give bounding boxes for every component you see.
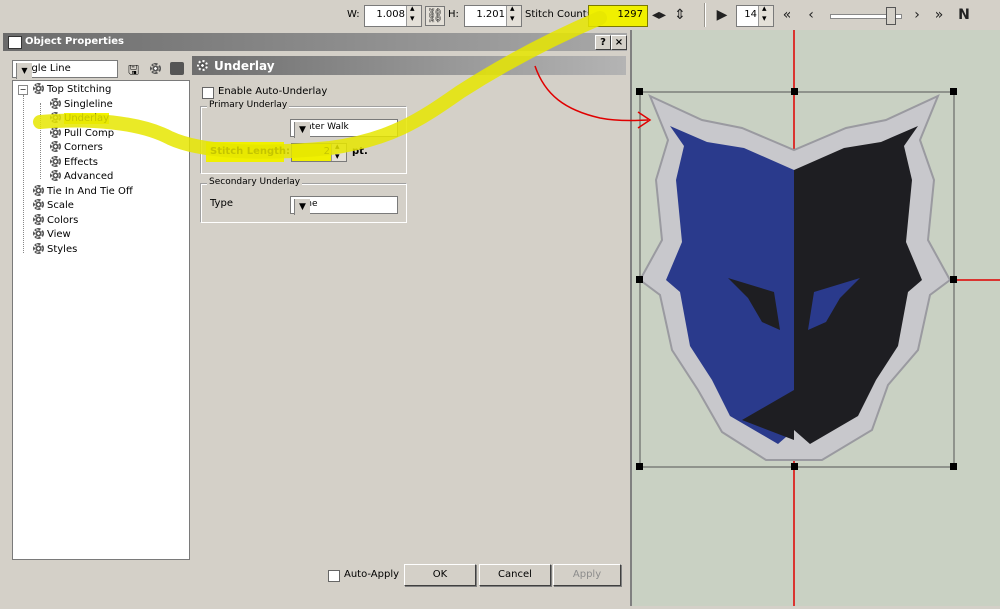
width-value: 1.008 [376, 9, 405, 20]
wolf-left-half [666, 126, 794, 444]
needle-points-icon[interactable]: N [955, 6, 973, 24]
resize-handle[interactable] [791, 463, 798, 470]
tree-item-corners[interactable]: Corners [50, 141, 103, 153]
gear-icon [33, 185, 44, 196]
chevron-down-icon[interactable]: ▼ [16, 63, 32, 79]
settings-icon[interactable] [150, 63, 161, 74]
stitch-count-label: Stitch Count: [525, 9, 591, 20]
tree-item-effects[interactable]: Effects [50, 156, 98, 168]
tree-item-tie-in-and-tie-off[interactable]: Tie In And Tie Off [33, 185, 133, 197]
tree-connector [23, 95, 25, 253]
gear-icon [33, 199, 44, 210]
auto-apply-label: Auto-Apply [344, 569, 400, 580]
tree-item-top-stitching[interactable]: Top Stitching [33, 83, 111, 95]
property-tree[interactable]: − Top Stitching Singleline Underlay Pull… [12, 80, 190, 560]
lock-aspect-icon[interactable]: ⛓ [425, 6, 445, 26]
gear-icon [33, 83, 44, 94]
chevron-down-icon[interactable]: ▼ [294, 122, 310, 138]
stitch-length-value: 2 [323, 146, 330, 157]
resize-handle[interactable] [636, 276, 643, 283]
frame-value: 14 [744, 9, 757, 20]
stitch-length-label: Stitch Length: [210, 146, 291, 157]
collapse-icon[interactable]: − [18, 85, 28, 95]
stitch-length-spin-arrows[interactable] [331, 142, 346, 162]
resize-handle[interactable] [950, 276, 957, 283]
resize-handle[interactable] [950, 88, 957, 95]
window-icon [8, 36, 22, 49]
tree-item-pull-comp[interactable]: Pull Comp [50, 127, 114, 139]
cancel-button[interactable]: Cancel [479, 564, 551, 586]
gear-icon [50, 156, 61, 167]
tree-item-underlay[interactable]: Underlay [50, 112, 110, 124]
object-type-select[interactable]: Single Line ▼ [12, 60, 118, 79]
top-toolbar: W: 1.008 ⛓ H: 1.201 Stitch Count: 1297 ◂… [0, 0, 1000, 31]
enable-auto-underlay-label: Enable Auto-Underlay [218, 86, 328, 97]
tree-item-styles[interactable]: Styles [33, 243, 77, 255]
secondary-underlay-title: Secondary Underlay [207, 177, 303, 187]
resize-handle[interactable] [636, 88, 643, 95]
primary-underlay-title: Primary Underlay [207, 100, 290, 110]
speed-slider-thumb[interactable] [886, 7, 896, 25]
step-back-icon[interactable]: ‹ [802, 6, 820, 24]
close-button[interactable]: × [611, 35, 627, 50]
play-icon[interactable]: ▶ [713, 6, 731, 24]
panel-header-title: Underlay [214, 59, 275, 73]
tree-item-advanced[interactable]: Advanced [50, 170, 113, 182]
height-stepper[interactable]: 1.201 [464, 4, 522, 27]
gear-icon [50, 170, 61, 181]
stitch-count-field[interactable]: 1297 [588, 5, 648, 27]
gear-icon [33, 228, 44, 239]
width-stepper[interactable]: 1.008 [364, 4, 422, 27]
resize-handle[interactable] [950, 463, 957, 470]
primary-type-select[interactable]: Center Walk ▼ [290, 119, 398, 138]
wolf-right-half [794, 126, 922, 444]
apply-button[interactable]: Apply [553, 564, 621, 586]
apply-style-icon[interactable] [170, 62, 184, 75]
width-spin-arrows[interactable] [406, 4, 421, 26]
toolbar-separator [704, 3, 706, 27]
stitch-length-unit: pt. [352, 146, 368, 157]
left-right-arrows-icon[interactable]: ◂▸ [650, 6, 668, 24]
gear-icon [33, 243, 44, 254]
enable-auto-underlay-checkbox[interactable] [202, 87, 214, 99]
secondary-type-select[interactable]: None ▼ [290, 196, 398, 215]
ok-button[interactable]: OK [404, 564, 476, 586]
height-value: 1.201 [476, 9, 505, 20]
window-titlebar: Object Properties ? × [3, 33, 627, 51]
tree-item-view[interactable]: View [33, 228, 71, 240]
step-forward-icon[interactable]: › [908, 6, 926, 24]
tree-connector [40, 103, 42, 179]
panel-header: Underlay [192, 56, 626, 75]
tree-item-scale[interactable]: Scale [33, 199, 74, 211]
frame-stepper[interactable]: 14 [736, 4, 774, 27]
height-label: H: [448, 9, 459, 20]
design-canvas[interactable] [632, 30, 1000, 606]
frame-spin-arrows[interactable] [758, 4, 773, 26]
forward-fast-icon[interactable]: » [930, 6, 948, 24]
height-spin-arrows[interactable] [506, 4, 521, 26]
primary-underlay-group: Primary Underlay [200, 100, 407, 174]
resize-handle[interactable] [636, 463, 643, 470]
gear-icon [33, 214, 44, 225]
gear-icon [50, 127, 61, 138]
gear-icon [197, 60, 208, 71]
gear-icon [50, 112, 61, 123]
tree-item-singleline[interactable]: Singleline [50, 98, 113, 110]
stitch-length-stepper[interactable]: 2 [291, 142, 347, 162]
window-title: Object Properties [25, 36, 125, 47]
tree-item-colors[interactable]: Colors [33, 214, 78, 226]
help-button[interactable]: ? [595, 35, 611, 50]
width-label: W: [347, 9, 360, 20]
secondary-type-label: Type [210, 198, 233, 209]
stitch-count-value: 1297 [617, 9, 643, 20]
auto-apply-checkbox[interactable] [328, 570, 340, 582]
resize-handle[interactable] [791, 88, 798, 95]
rewind-fast-icon[interactable]: « [778, 6, 796, 24]
save-style-icon[interactable]: 🖫 [128, 61, 142, 78]
gear-icon [50, 98, 61, 109]
chevron-down-icon[interactable]: ▼ [294, 199, 310, 215]
up-down-arrows-icon[interactable]: ⇕ [671, 6, 689, 24]
canvas-drawing [636, 30, 1000, 606]
gear-icon [50, 141, 61, 152]
